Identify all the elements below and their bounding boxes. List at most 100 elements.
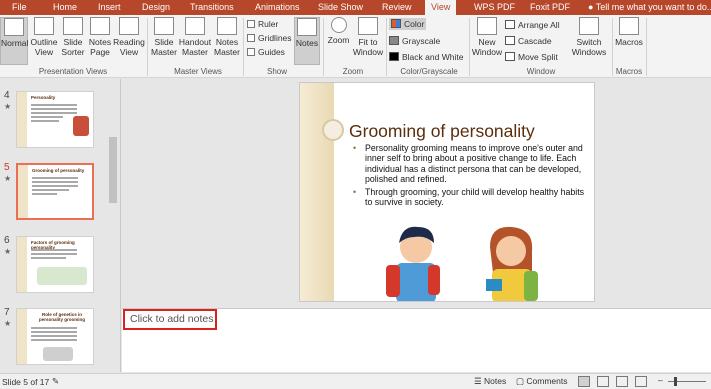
grayscale-swatch-icon xyxy=(389,36,399,45)
switch-windows-button[interactable]: Switch Windows xyxy=(566,17,612,65)
magnifier-icon xyxy=(330,17,347,33)
switch-windows-icon xyxy=(579,17,599,35)
cascade-button[interactable]: Cascade xyxy=(505,36,552,46)
children-illustration xyxy=(386,226,538,301)
bullet-item: Personality grooming means to improve on… xyxy=(350,143,590,185)
bullet-item: Through grooming, your child will develo… xyxy=(350,187,590,208)
tab-insert[interactable]: Insert xyxy=(98,2,121,12)
group-divider xyxy=(323,18,324,76)
thumbnail-title: Grooming of personality xyxy=(32,168,85,173)
fit-to-window-button[interactable]: Fit to Window xyxy=(352,17,384,65)
handout-master-button[interactable]: Handout Master xyxy=(178,17,212,65)
group-divider xyxy=(386,18,387,76)
notes-page-icon xyxy=(90,17,110,35)
outline-view-button[interactable]: Outline View xyxy=(29,17,59,65)
checkbox-icon xyxy=(247,20,255,28)
arrange-all-button[interactable]: Arrange All xyxy=(505,20,560,30)
dna-image xyxy=(43,347,73,361)
zoom-out-icon[interactable]: – xyxy=(658,375,663,385)
slide-thumbnail-6[interactable]: Factors of grooming personality xyxy=(16,236,94,293)
tab-file[interactable]: File xyxy=(12,2,27,12)
group-divider xyxy=(147,18,148,76)
slideshow-status-icon[interactable] xyxy=(635,376,647,387)
transition-star-icon: ★ xyxy=(4,174,12,183)
notes-master-icon xyxy=(217,17,237,35)
slide-decor-circle xyxy=(322,119,344,141)
thumbnail-title: Personality xyxy=(31,95,56,100)
outline-view-icon xyxy=(34,17,54,35)
normal-view-status-icon[interactable] xyxy=(578,376,590,387)
zoom-button[interactable]: Zoom xyxy=(325,17,352,65)
slide-thumbnail-4[interactable]: Personality xyxy=(16,91,94,148)
transition-star-icon: ★ xyxy=(4,319,12,328)
zoom-slider-handle[interactable] xyxy=(674,377,677,386)
group-label-macros: Macros xyxy=(615,67,643,76)
slide-master-icon xyxy=(154,17,174,35)
slide-counter: Slide 5 of 17 xyxy=(2,377,50,387)
macros-button[interactable]: Macros xyxy=(614,17,644,65)
tab-foxit-pdf[interactable]: Foxit PDF xyxy=(530,2,570,12)
checkbox-icon xyxy=(247,48,255,56)
color-button[interactable]: Color xyxy=(389,18,427,30)
notes-master-button[interactable]: Notes Master xyxy=(213,17,241,65)
comments-status-button[interactable]: ▢ Comments xyxy=(516,376,568,387)
transition-star-icon: ★ xyxy=(4,247,12,256)
slide-number: 6 xyxy=(4,235,10,246)
tab-review[interactable]: Review xyxy=(382,2,412,12)
tab-home[interactable]: Home xyxy=(53,2,77,12)
handout-master-icon xyxy=(185,17,205,35)
group-divider xyxy=(646,18,647,76)
tab-animations[interactable]: Animations xyxy=(255,2,300,12)
slide-master-button[interactable]: Slide Master xyxy=(151,17,177,65)
tab-slide-show[interactable]: Slide Show xyxy=(318,2,363,12)
normal-view-button[interactable]: Normal xyxy=(0,17,28,65)
lightbulb-icon: ● xyxy=(588,2,596,12)
tab-view[interactable]: View xyxy=(425,0,457,15)
slide-thumbnail-7[interactable]: Role of genetics in personality grooming xyxy=(16,308,94,365)
normal-view-icon xyxy=(4,18,24,36)
transition-star-icon: ★ xyxy=(4,102,12,111)
macros-icon xyxy=(619,17,639,35)
checkbox-icon xyxy=(247,34,255,42)
slide-number: 7 xyxy=(4,307,10,318)
slide-bullets[interactable]: Personality grooming means to improve on… xyxy=(350,143,590,209)
move-split-button[interactable]: Move Split xyxy=(505,52,558,62)
reading-view-button[interactable]: Reading View xyxy=(113,17,145,65)
slide-title[interactable]: Grooming of personality xyxy=(349,121,535,142)
tell-me-box[interactable]: ● Tell me what you want to do... xyxy=(588,2,711,12)
notes-status-button[interactable]: ☰ Notes xyxy=(474,376,506,387)
new-window-button[interactable]: New Window xyxy=(471,17,503,65)
grayscale-button[interactable]: Grayscale xyxy=(389,36,440,46)
slide-sorter-status-icon[interactable] xyxy=(597,376,609,387)
black-and-white-button[interactable]: Black and White xyxy=(389,52,463,62)
slide-sorter-icon xyxy=(63,17,83,35)
notes-toggle-button[interactable]: Notes xyxy=(294,17,320,65)
slide-sorter-button[interactable]: Slide Sorter xyxy=(59,17,87,65)
tab-wps-pdf[interactable]: WPS PDF xyxy=(474,2,515,12)
group-divider xyxy=(612,18,613,76)
arrange-all-icon xyxy=(505,20,515,29)
ruler-checkbox[interactable]: Ruler xyxy=(247,19,278,29)
group-label-show: Show xyxy=(266,67,287,76)
cascade-icon xyxy=(505,36,515,45)
color-swatch-icon xyxy=(391,19,401,28)
fit-window-icon xyxy=(358,17,378,35)
notes-placeholder[interactable]: Click to add notes xyxy=(123,309,217,330)
slide-thumbnail-5[interactable]: Grooming of personality xyxy=(16,163,94,220)
current-slide[interactable]: Grooming of personality Personality groo… xyxy=(299,82,595,302)
group-divider xyxy=(469,18,470,76)
black-white-swatch-icon xyxy=(389,52,399,61)
spellcheck-icon[interactable]: ✎ xyxy=(52,376,59,387)
group-divider xyxy=(243,18,244,76)
tab-design[interactable]: Design xyxy=(142,2,170,12)
children-image xyxy=(73,116,89,136)
thumbnails-scrollbar[interactable] xyxy=(109,82,117,367)
comment-icon: ▢ xyxy=(516,376,527,386)
tab-transitions[interactable]: Transitions xyxy=(190,2,234,12)
gridlines-checkbox[interactable]: Gridlines xyxy=(247,33,292,43)
group-label-master-views: Master Views xyxy=(174,67,222,76)
guides-checkbox[interactable]: Guides xyxy=(247,47,285,57)
notes-page-button[interactable]: Notes Page xyxy=(87,17,113,65)
reading-view-status-icon[interactable] xyxy=(616,376,628,387)
thumbnails-scroll-thumb[interactable] xyxy=(109,137,117,203)
